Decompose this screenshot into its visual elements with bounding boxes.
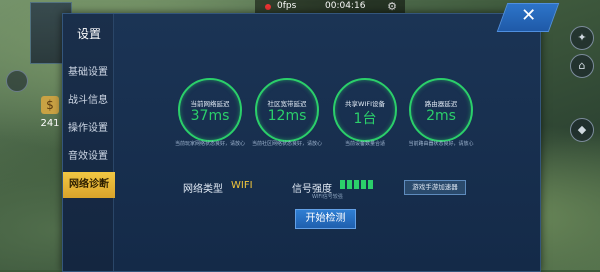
metric-desc: 当前社区网络状态良好，请放心 xyxy=(251,141,322,147)
close-button[interactable]: ✕ xyxy=(496,3,560,32)
signal-note: WIFI信号较强 xyxy=(312,194,343,200)
panel-title: 设置 xyxy=(77,27,102,41)
signal-bar xyxy=(347,180,352,189)
signal-bar xyxy=(340,180,345,189)
close-icon: ✕ xyxy=(521,5,537,26)
skill-icon[interactable]: ◆ xyxy=(570,118,594,142)
gear-icon[interactable]: ⚙ xyxy=(387,0,397,13)
signal-strength-bars xyxy=(340,180,374,189)
tower-icon[interactable]: ✦ xyxy=(570,26,594,50)
menu-item-basic[interactable]: 基础设置 xyxy=(63,60,113,86)
metric-value: 2ms xyxy=(426,108,456,124)
gold-icon: $ xyxy=(41,96,59,114)
signal-bar xyxy=(368,180,373,189)
metric-circle-network: 当前网络延迟 37ms xyxy=(178,78,242,142)
metric-desc: 当前玩家网络状态良好，请放心 xyxy=(174,141,245,147)
settings-sidebar: 设置 基础设置 战斗信息 操作设置 音效设置 网络诊断 xyxy=(63,14,115,271)
menu-item-battle[interactable]: 战斗信息 xyxy=(63,88,113,114)
metric-circle-community: 社区宽带延迟 12ms xyxy=(255,78,319,142)
metric-value: 37ms xyxy=(190,108,230,124)
metric-value: 1台 xyxy=(353,111,377,127)
metric-value: 12ms xyxy=(267,108,307,124)
status-bar: 0fps 00:04:16 ⚙ xyxy=(255,0,405,14)
fps-counter: 0fps xyxy=(277,1,297,11)
metric-label: 社区宽带延迟 xyxy=(267,100,307,108)
metric-label: 路由器延迟 xyxy=(424,100,458,108)
network-type-value: WIFI xyxy=(231,180,253,191)
signal-bar xyxy=(354,180,359,189)
metric-desc: 当前设备数量合适 xyxy=(344,141,385,147)
metric-label: 当前网络延迟 xyxy=(190,100,230,108)
metric-desc: 当前路由器状态良好，请放心 xyxy=(408,141,474,147)
shop-icon[interactable] xyxy=(6,70,28,92)
accelerator-button[interactable]: 游戏手游加速器 xyxy=(404,180,466,195)
metric-circle-router: 路由器延迟 2ms xyxy=(409,78,473,142)
start-detection-button[interactable]: 开始检测 xyxy=(295,209,356,229)
record-dot-icon xyxy=(265,4,271,10)
signal-bar xyxy=(361,180,366,189)
match-timer: 00:04:16 xyxy=(325,1,366,11)
menu-item-controls[interactable]: 操作设置 xyxy=(63,116,113,142)
menu-item-network[interactable]: 网络诊断 xyxy=(63,172,115,198)
map-icon[interactable]: ⌂ xyxy=(570,54,594,78)
network-type-label: 网络类型 xyxy=(183,184,223,195)
metric-circle-wifi-devices: 共享WIFI设备 1台 xyxy=(333,78,397,142)
metric-label: 共享WIFI设备 xyxy=(345,100,385,108)
menu-item-audio[interactable]: 音效设置 xyxy=(63,144,113,170)
